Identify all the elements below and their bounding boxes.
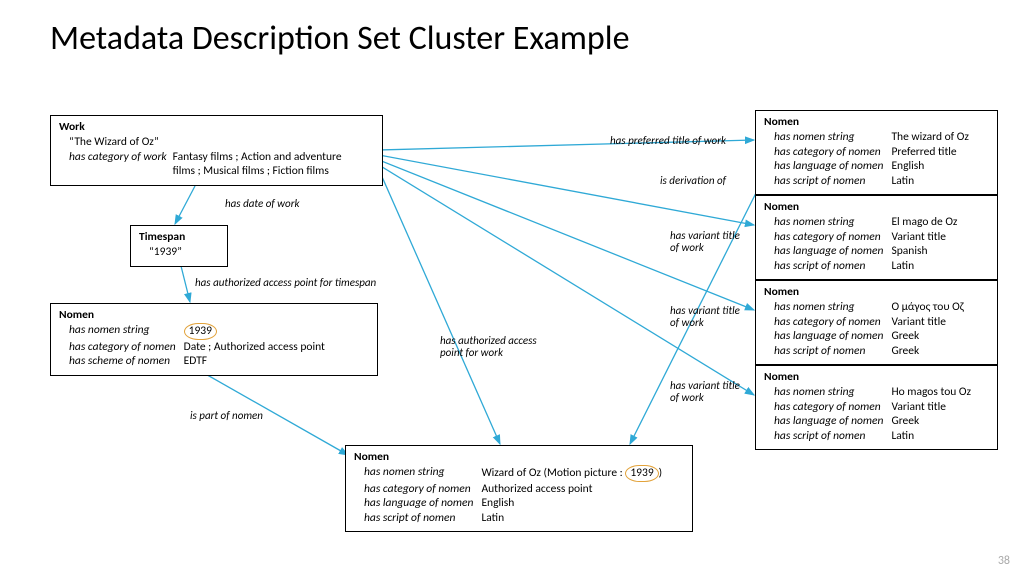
timespan-label: Timespan: [139, 230, 219, 244]
work-category-val: Fantasy films ; Action and adventure fil…: [167, 150, 353, 179]
nomen-right-0: Nomen has nomen stringThe wizard of Oz h…: [755, 110, 998, 195]
edge-variant-1: has variant title of work: [670, 230, 740, 254]
edge-is-derivation-of: is derivation of: [660, 175, 726, 187]
work-box: Work “The Wizard of Oz” has category of …: [50, 115, 383, 186]
slide-number: 38: [998, 554, 1010, 568]
nomen-date-1939: 1939: [184, 323, 217, 339]
edge-variant-3: has variant title of work: [670, 380, 740, 404]
edge-authorized-timespan: has authorized access point for timespan: [195, 277, 376, 289]
edge-is-part-of-nomen: is part of nomen: [190, 410, 263, 422]
nomen-right-3: Nomen has nomen stringHo magos tou Oz ha…: [755, 365, 998, 450]
nomen-right-2: Nomen has nomen stringΟ μάγος του Οζ has…: [755, 280, 998, 365]
work-title: “The Wizard of Oz”: [59, 135, 374, 149]
edge-preferred-title: has preferred title of work: [610, 135, 726, 147]
nomen-right-1: Nomen has nomen stringEl mago de Oz has …: [755, 195, 998, 280]
edge-variant-2: has variant title of work: [670, 305, 740, 329]
work-label: Work: [59, 120, 374, 134]
nomen-access-label: Nomen: [354, 450, 684, 464]
nomen-date-label: Nomen: [59, 308, 369, 322]
slide-stage: Metadata Description Set Cluster Example…: [0, 0, 1024, 576]
nomen-access-box: Nomen has nomen string Wizard of Oz (Mot…: [345, 445, 693, 532]
nomen-date-box: Nomen has nomen string 1939 has category…: [50, 303, 378, 376]
slide-title: Metadata Description Set Cluster Example: [50, 18, 630, 59]
work-category-key: has category of work: [59, 150, 167, 179]
edge-has-date-of-work: has date of work: [225, 198, 299, 210]
timespan-box: Timespan “1939”: [130, 225, 228, 267]
nomen-access-1939: 1939: [625, 465, 658, 481]
timespan-value: “1939”: [139, 245, 219, 259]
edge-authorized-work: has authorized access point for work: [440, 335, 560, 359]
